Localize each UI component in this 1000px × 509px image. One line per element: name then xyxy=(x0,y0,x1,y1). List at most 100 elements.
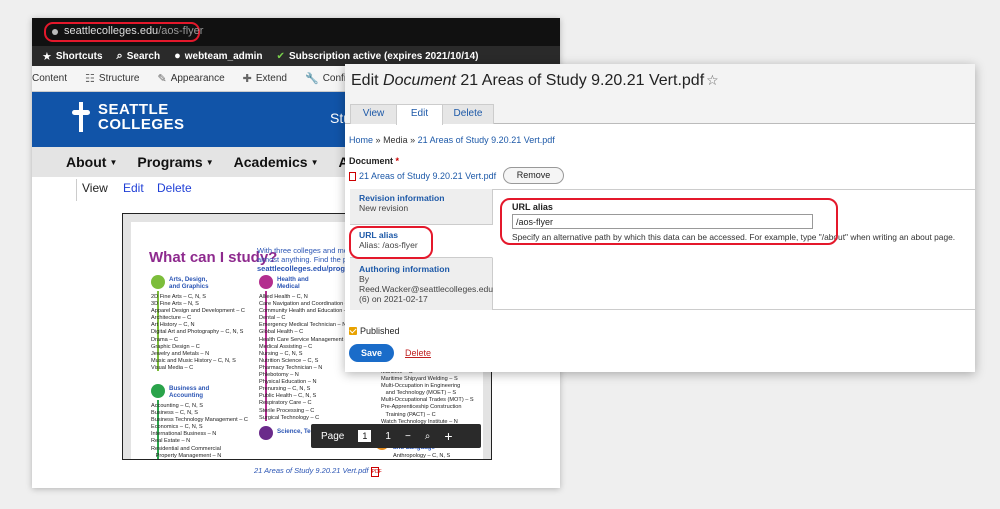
nav-programs[interactable]: Programs ▼ xyxy=(137,154,213,170)
pdf-file-icon: PDF xyxy=(370,467,382,477)
pdf-list-item: Business Technology Management – C xyxy=(151,417,248,424)
pdf-list-item: Real Estate – N xyxy=(151,438,191,445)
document-file-link[interactable]: 21 Areas of Study 9.20.21 Vert.pdf xyxy=(349,171,496,181)
user-icon: ● xyxy=(174,50,181,62)
pdf-column-business: Accounting – C, N, S Business – C, N, S Bu… xyxy=(151,403,261,459)
pdf-page-total: 1 xyxy=(385,430,391,442)
pdf-list-item: Multi-Occupation in Engineering xyxy=(381,383,461,390)
pdf-controls: Page 1 1 − ⌕ + xyxy=(311,424,481,448)
url-path: /aos-flyer xyxy=(158,25,204,37)
pdf-list-item: Multi-Occupational Trades (MOT) – S xyxy=(381,397,474,404)
toolbar-appearance[interactable]: ✎ Appearance xyxy=(157,72,224,85)
tab-view[interactable]: View xyxy=(82,181,108,195)
pdf-list-item: International Business – N xyxy=(151,431,217,438)
toolbar-extend[interactable]: ✚ Extend xyxy=(243,72,287,85)
pdf-list-item: Maritime Shipyard Welding – S xyxy=(381,376,458,383)
search-icon: ⌕ xyxy=(116,49,123,62)
pdf-column-social: Anthropology – C, N, S xyxy=(393,453,491,459)
vtab-authoring-information[interactable]: Authoring information By Reed.Wacker@sea… xyxy=(350,258,493,310)
toolbar-structure[interactable]: ☷ Structure xyxy=(85,72,139,85)
published-checkbox[interactable]: Published xyxy=(349,326,400,336)
user-menu[interactable]: ● webteam_admin xyxy=(174,50,262,62)
pdf-list-item: Economics – C, N, S xyxy=(151,424,203,431)
pdf-list-item: Phlebotomy – N xyxy=(259,372,299,379)
pdf-list-item: Residential and Commercial xyxy=(151,445,221,452)
pdf-list-item: Respiratory Care – C xyxy=(259,400,312,407)
pdf-list-item: Visual Media – C xyxy=(151,364,194,371)
pdf-list-item: Surgical Technology – C xyxy=(259,414,320,421)
pdf-list-item: Anthropology – C, N, S xyxy=(393,453,451,459)
puzzle-icon: ✚ xyxy=(242,73,252,85)
search-menu[interactable]: ⌕ Search xyxy=(117,50,161,63)
zoom-icon[interactable]: ⌕ xyxy=(425,431,431,442)
brush-icon: ✎ xyxy=(157,73,167,85)
business-icon xyxy=(151,384,165,398)
pdf-list-item: Architecture – C xyxy=(151,315,192,322)
subscription-status[interactable]: ✔ Subscription active (expires 2021/10/14… xyxy=(277,51,479,62)
pdf-list-item: Public Health – C, N, S xyxy=(259,393,317,400)
pdf-column-arts: 2D Fine Arts – C, N, S 3D Fine Arts – N, … xyxy=(151,294,261,372)
pdf-page-input[interactable]: 1 xyxy=(358,430,372,442)
pdf-list-item: Business – C, N, S xyxy=(151,410,198,417)
address-bar: seattlecolleges.edu/aos-flyer xyxy=(32,18,560,46)
url-host: seattlecolleges.edu xyxy=(64,25,159,37)
caret-down-icon: ▼ xyxy=(109,158,118,167)
pdf-list-item: Physical Education – N xyxy=(259,379,317,386)
page-title: Edit Document 21 Areas of Study 9.20.21 … xyxy=(345,64,975,102)
pdf-list-item: Training (PACT) – C xyxy=(381,411,436,418)
palette-icon xyxy=(151,275,165,289)
site-logo[interactable]: SEATTLE COLLEGES xyxy=(70,102,185,132)
breadcrumb-media[interactable]: Media xyxy=(383,135,408,145)
tab-delete[interactable]: Delete xyxy=(157,181,192,195)
toolbar-content[interactable]: Content xyxy=(32,73,67,84)
pdf-list-item: Art History – C, N xyxy=(151,322,195,329)
tab-delete[interactable]: Delete xyxy=(442,104,494,124)
pdf-list-item: Accounting – C, N, S xyxy=(151,403,203,409)
breadcrumb-document[interactable]: 21 Areas of Study 9.20.21 Vert.pdf xyxy=(418,135,555,145)
primary-tabs: View Edit Delete xyxy=(345,102,975,125)
remove-button[interactable]: Remove xyxy=(503,167,564,184)
pdf-list-item: Music and Music History – C, N, S xyxy=(151,357,236,364)
vtab-revision-information[interactable]: Revision information New revision xyxy=(350,189,493,225)
document-label: Document * xyxy=(349,156,400,166)
url-field[interactable]: seattlecolleges.edu/aos-flyer xyxy=(44,22,204,42)
zoom-out-icon[interactable]: − xyxy=(405,431,411,442)
caret-down-icon: ▼ xyxy=(205,158,214,167)
wrench-icon: 🔧 xyxy=(305,73,319,85)
zoom-in-icon[interactable]: + xyxy=(444,428,452,444)
tab-edit[interactable]: Edit xyxy=(123,181,144,195)
pdf-list-item: Prenursing – C, N, S xyxy=(259,386,311,393)
tab-edit[interactable]: Edit xyxy=(396,104,443,125)
structure-icon: ☷ xyxy=(85,73,95,85)
pdf-caption-link[interactable]: 21 Areas of Study 9.20.21 Vert.pdf PDF xyxy=(254,466,382,477)
checkbox-checked-icon xyxy=(349,327,357,335)
pdf-list-item: Apparel Design and Development – C xyxy=(151,308,245,315)
pdf-file-icon xyxy=(349,171,356,181)
health-icon xyxy=(259,275,273,289)
delete-link[interactable]: Delete xyxy=(405,348,431,358)
nav-about[interactable]: About ▼ xyxy=(66,154,117,170)
highlight-alias-tab xyxy=(349,226,433,259)
breadcrumb: Home » Media » 21 Areas of Study 9.20.21… xyxy=(349,135,555,145)
breadcrumb-home[interactable]: Home xyxy=(349,135,373,145)
pdf-list-item: Graphic Design – C xyxy=(151,343,200,350)
star-icon: ★ xyxy=(42,50,52,63)
pdf-list-item: Jewelry and Metals – N xyxy=(151,350,210,357)
tab-view[interactable]: View xyxy=(350,104,397,124)
science-icon xyxy=(259,426,273,440)
admin-bar: ★ Shortcuts ⌕ Search ● webteam_admin ✔ Subsc… xyxy=(32,46,560,66)
pdf-list-item: and Technology (MOET) – S xyxy=(381,390,457,397)
pdf-list-item: 3D Fine Arts – N, S xyxy=(151,301,199,308)
nav-academics[interactable]: Academics ▼ xyxy=(234,154,319,170)
pdf-list-item: 2D Fine Arts – C, N, S xyxy=(151,294,207,300)
pdf-list-item: Property Management – N xyxy=(151,452,222,459)
check-icon: ✔ xyxy=(276,50,285,62)
pdf-list-item: Digital Art and Photography – C, N, S xyxy=(151,329,244,336)
highlight-alias-field xyxy=(500,198,838,245)
shortcuts-menu[interactable]: ★ Shortcuts xyxy=(42,50,103,63)
pdf-list-item: Drama – C xyxy=(151,336,179,343)
caret-down-icon: ▼ xyxy=(310,158,319,167)
pdf-list-item: Sterile Processing – C xyxy=(259,407,315,414)
star-outline-icon[interactable]: ☆ xyxy=(706,72,719,88)
save-button[interactable]: Save xyxy=(349,344,394,362)
